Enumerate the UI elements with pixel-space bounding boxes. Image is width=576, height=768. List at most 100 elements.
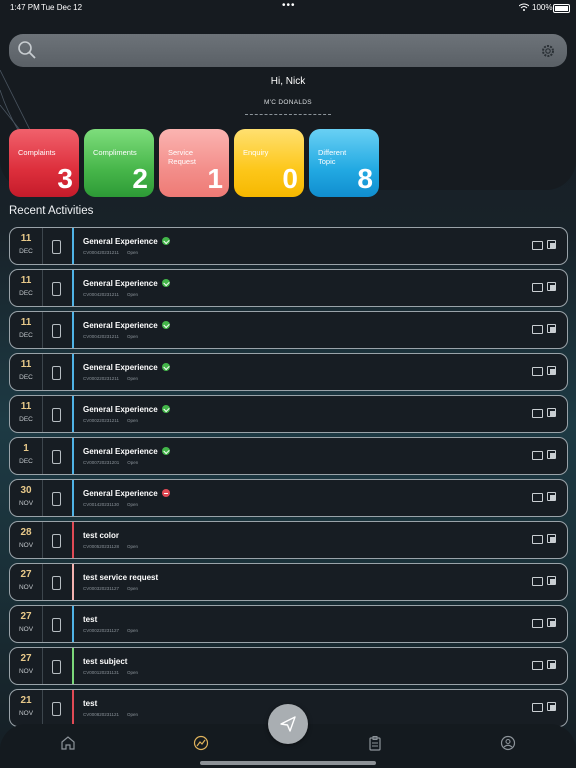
activity-month: NOV xyxy=(18,542,34,549)
activity-title: test xyxy=(83,699,98,708)
activity-ref: CV000420231211 xyxy=(83,292,119,297)
activity-meta: CV001420231130 Open xyxy=(83,502,138,507)
activity-month: DEC xyxy=(19,416,33,423)
dashboard-icon[interactable] xyxy=(193,735,209,751)
status-badge-icon xyxy=(161,447,170,455)
activity-ref: CV000720231201 xyxy=(83,460,120,465)
home-icon[interactable] xyxy=(60,735,76,751)
activity-status: Open xyxy=(126,334,138,339)
row-divider xyxy=(42,312,43,348)
activity-row[interactable]: 27 NOV test service request CV000320231127 O… xyxy=(9,563,568,601)
activity-status: Open xyxy=(126,250,138,255)
row-divider xyxy=(42,606,43,642)
copy-icon[interactable] xyxy=(547,450,556,459)
activity-row[interactable]: 1 DEC General Experience CV000720231201 Open xyxy=(9,437,568,475)
activity-ref: CV000420231211 xyxy=(83,250,119,255)
activity-month: DEC xyxy=(19,458,33,465)
activity-day: 28 xyxy=(20,527,32,538)
category-color-bar xyxy=(72,522,74,558)
copy-icon[interactable] xyxy=(547,492,556,501)
activity-month: NOV xyxy=(18,626,34,633)
activity-meta: CV000520231128 Open xyxy=(83,544,138,549)
message-icon[interactable] xyxy=(532,619,543,628)
activity-title: General Experience xyxy=(83,279,158,288)
activity-month: DEC xyxy=(19,374,33,381)
activity-row[interactable]: 30 NOV General Experience CV001420231130 Ope… xyxy=(9,479,568,517)
copy-icon[interactable] xyxy=(547,324,556,333)
card-label: Complaints xyxy=(18,148,56,157)
activity-title: General Experience xyxy=(83,363,158,372)
activity-meta: CV000720231201 Open xyxy=(83,460,138,465)
company-name[interactable]: M'C DONALDS xyxy=(0,99,576,106)
activity-row[interactable]: 11 DEC General Experience CV000220231211 Ope… xyxy=(9,353,568,391)
activity-month: NOV xyxy=(18,668,34,675)
profile-icon[interactable] xyxy=(500,735,516,751)
message-icon[interactable] xyxy=(532,451,543,460)
activity-meta: CV000820231121 Open xyxy=(83,712,138,717)
activity-meta: CV000220231127 Open xyxy=(83,628,138,633)
copy-icon[interactable] xyxy=(547,408,556,417)
row-divider xyxy=(42,690,43,726)
activity-month: NOV xyxy=(18,584,34,591)
activity-title-wrap: General Experience xyxy=(83,321,170,330)
activity-ref: CV000220231211 xyxy=(83,418,119,423)
phone-icon xyxy=(52,534,61,548)
different-topic-card[interactable]: Different Topic 8 xyxy=(309,129,379,197)
message-icon[interactable] xyxy=(532,241,543,250)
activity-row[interactable]: 27 NOV test CV000220231127 Open xyxy=(9,605,568,643)
copy-icon[interactable] xyxy=(547,240,556,249)
activity-month: NOV xyxy=(18,710,34,717)
status-bar: 1:47 PM Tue Dec 12 ••• 100% xyxy=(0,0,576,17)
service-request-card[interactable]: Service Request 1 xyxy=(159,129,229,197)
copy-icon[interactable] xyxy=(547,282,556,291)
search-bar[interactable] xyxy=(9,34,567,67)
category-color-bar xyxy=(72,606,74,642)
copy-icon[interactable] xyxy=(547,702,556,711)
activity-row[interactable]: 28 NOV test color CV000520231128 Open xyxy=(9,521,568,559)
message-icon[interactable] xyxy=(532,535,543,544)
message-icon[interactable] xyxy=(532,493,543,502)
activity-row[interactable]: 27 NOV test subject CV000120231131 Open xyxy=(9,647,568,685)
complaints-card[interactable]: Complaints 3 xyxy=(9,129,79,197)
copy-icon[interactable] xyxy=(547,534,556,543)
message-icon[interactable] xyxy=(532,703,543,712)
send-button[interactable] xyxy=(268,704,308,744)
status-badge-icon xyxy=(161,405,170,413)
activity-title-wrap: General Experience xyxy=(83,237,170,246)
message-icon[interactable] xyxy=(532,367,543,376)
message-icon[interactable] xyxy=(532,409,543,418)
activity-title-wrap: General Experience xyxy=(83,363,170,372)
send-icon xyxy=(280,716,296,732)
enquiry-card[interactable]: Enquiry 0 xyxy=(234,129,304,197)
category-color-bar xyxy=(72,312,74,348)
card-count: 0 xyxy=(282,163,298,194)
activity-row[interactable]: 11 DEC General Experience CV000420231211 Ope… xyxy=(9,311,568,349)
copy-icon[interactable] xyxy=(547,366,556,375)
message-icon[interactable] xyxy=(532,283,543,292)
phone-icon xyxy=(52,324,61,338)
copy-icon[interactable] xyxy=(547,618,556,627)
activity-meta: CV000120231131 Open xyxy=(83,670,138,675)
category-color-bar xyxy=(72,396,74,432)
row-divider xyxy=(42,270,43,306)
activity-meta: CV000220231211 Open xyxy=(83,376,138,381)
activity-title-wrap: test color xyxy=(83,531,119,540)
copy-icon[interactable] xyxy=(547,576,556,585)
copy-icon[interactable] xyxy=(547,660,556,669)
clipboard-icon[interactable] xyxy=(367,735,383,751)
activity-row[interactable]: 11 DEC General Experience CV000420231211 Ope… xyxy=(9,269,568,307)
activity-row[interactable]: 11 DEC General Experience CV000420231211 Ope… xyxy=(9,227,568,265)
compliments-card[interactable]: Compliments 2 xyxy=(84,129,154,197)
message-icon[interactable] xyxy=(532,661,543,670)
message-icon[interactable] xyxy=(532,325,543,334)
activity-day: 21 xyxy=(20,695,32,706)
search-icon[interactable] xyxy=(17,40,37,60)
activity-day: 30 xyxy=(20,485,32,496)
activity-row[interactable]: 11 DEC General Experience CV000220231211 Ope… xyxy=(9,395,568,433)
gear-icon[interactable] xyxy=(541,44,555,58)
status-badge-icon xyxy=(161,363,170,371)
activity-title: test subject xyxy=(83,657,128,666)
activity-ref: CV000220231211 xyxy=(83,376,119,381)
multitask-dots-icon[interactable]: ••• xyxy=(282,0,296,11)
message-icon[interactable] xyxy=(532,577,543,586)
